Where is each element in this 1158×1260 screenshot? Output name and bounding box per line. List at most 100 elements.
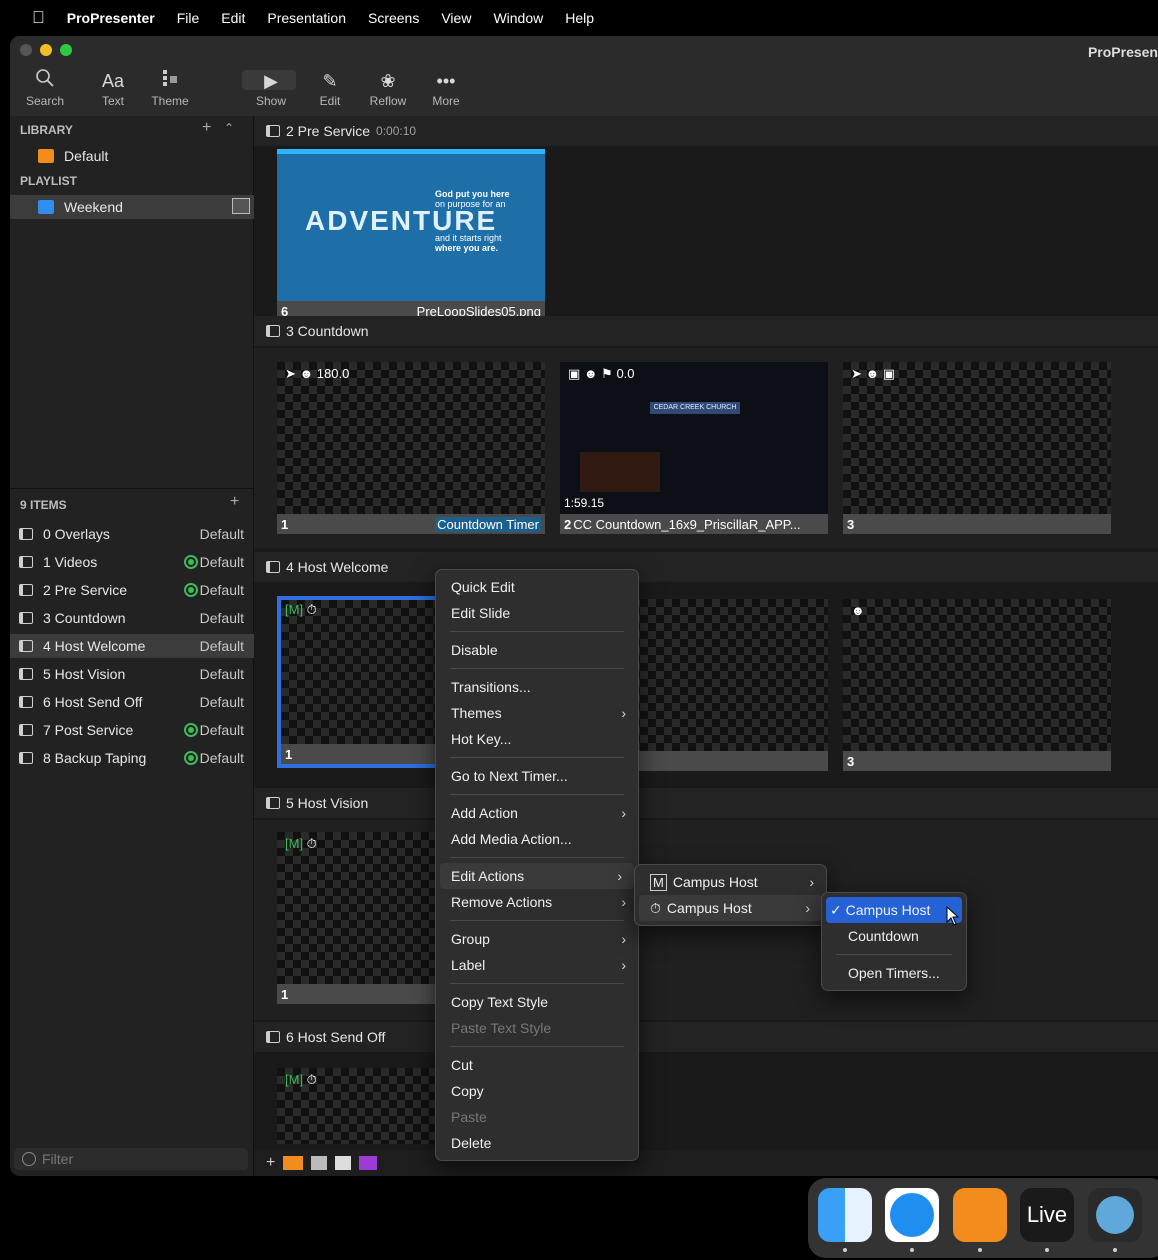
submenu-item-media-campus-host[interactable]: M Campus Host › bbox=[635, 869, 826, 895]
presentation-icon bbox=[19, 612, 33, 624]
menu-item-label[interactable]: Label › bbox=[436, 952, 638, 978]
menu-item-add-action[interactable]: Add Action › bbox=[436, 800, 638, 826]
timer-option-campus-host[interactable]: ✓ Campus Host bbox=[826, 897, 962, 923]
edit-button[interactable]: ✎ Edit bbox=[303, 68, 357, 108]
slide[interactable]: ☻ 3 bbox=[843, 599, 1111, 771]
live-app-icon[interactable]: Live bbox=[1020, 1188, 1074, 1242]
menu-item-quick-edit[interactable]: Quick Edit bbox=[436, 574, 638, 600]
library-header: LIBRARY bbox=[20, 123, 73, 137]
list-item[interactable]: 6 Host Send Off Default bbox=[10, 690, 254, 714]
slide-footer: 1 Countdown Timer bbox=[277, 514, 545, 534]
zoom-window-button[interactable] bbox=[60, 44, 72, 56]
menu-window[interactable]: Window bbox=[493, 10, 543, 26]
purple-label-icon[interactable] bbox=[359, 1156, 378, 1170]
menu-item-group[interactable]: Group › bbox=[436, 926, 638, 952]
submenu-item-timer-campus-host[interactable]: ⏱ Campus Host › bbox=[639, 895, 822, 921]
list-item[interactable]: 3 Countdown Default bbox=[10, 606, 254, 630]
open-timers-item[interactable]: Open Timers... bbox=[822, 960, 966, 986]
menu-item-delete[interactable]: Delete bbox=[436, 1130, 638, 1156]
menu-item-next-timer[interactable]: Go to Next Timer... bbox=[436, 763, 638, 789]
list-item[interactable]: 1 Videos Default bbox=[10, 550, 254, 574]
menu-item-copy-text-style[interactable]: Copy Text Style bbox=[436, 989, 638, 1015]
presentation-icon bbox=[266, 1031, 280, 1043]
group-time: 0:00:10 bbox=[376, 124, 417, 138]
more-button[interactable]: ••• More bbox=[419, 68, 473, 108]
slide[interactable]: ▣ ☻ ⚑ 0.0 CEDAR CREEK CHURCH 1:59.15 2 CC… bbox=[560, 362, 828, 534]
menu-item-cut[interactable]: Cut bbox=[436, 1052, 638, 1078]
search-button[interactable]: Search bbox=[18, 68, 72, 108]
menu-item-transitions[interactable]: Transitions... bbox=[436, 674, 638, 700]
orange-label-icon[interactable] bbox=[283, 1156, 304, 1170]
collapse-library-icon[interactable]: ⌃ bbox=[224, 121, 234, 135]
item-label: 7 Post Service bbox=[43, 722, 134, 738]
menu-help[interactable]: Help bbox=[565, 10, 594, 26]
group-header[interactable]: 3 Countdown bbox=[254, 316, 1158, 346]
menu-item-paste-text-style[interactable]: Paste Text Style bbox=[436, 1015, 638, 1041]
group-header[interactable]: 5 Host Vision bbox=[254, 788, 1158, 818]
menu-view[interactable]: View bbox=[441, 10, 471, 26]
slide-grid: 2 Pre Service 0:00:10 ADVENTURE God put y… bbox=[254, 116, 1158, 1176]
transition-icon[interactable] bbox=[335, 1156, 352, 1170]
slide-name: Countdown Timer bbox=[435, 516, 541, 532]
menu-item-hot-key[interactable]: Hot Key... bbox=[436, 726, 638, 752]
menu-item-themes[interactable]: Themes › bbox=[436, 700, 638, 726]
filter-icon bbox=[22, 1152, 36, 1166]
group-header[interactable]: 4 Host Welcome bbox=[254, 552, 1158, 582]
menu-item-remove-actions[interactable]: Remove Actions › bbox=[436, 889, 638, 915]
show-button[interactable]: ▶ Show bbox=[244, 68, 298, 108]
reflow-button[interactable]: ❀ Reflow bbox=[361, 68, 415, 108]
theme-button[interactable]: Theme bbox=[143, 68, 197, 108]
menu-screens[interactable]: Screens bbox=[368, 10, 419, 26]
filter-field[interactable]: Filter bbox=[14, 1148, 248, 1170]
library-item-default[interactable]: Default bbox=[10, 144, 254, 168]
safari-icon[interactable] bbox=[885, 1188, 939, 1242]
list-item[interactable]: 8 Backup Taping Default bbox=[10, 746, 254, 770]
chevron-right-icon: › bbox=[621, 957, 626, 973]
list-item[interactable]: 5 Host Vision Default bbox=[10, 662, 254, 686]
menu-file[interactable]: File bbox=[177, 10, 200, 26]
item-theme: Default bbox=[199, 666, 244, 682]
menu-item-copy[interactable]: Copy bbox=[436, 1078, 638, 1104]
list-item[interactable]: 2 Pre Service Default bbox=[10, 578, 254, 602]
propresenter-icon[interactable] bbox=[953, 1188, 1007, 1242]
chevron-right-icon: › bbox=[621, 805, 626, 821]
calendar-icon[interactable] bbox=[232, 198, 250, 214]
slide[interactable]: ➤ ☻ 180.0 1 Countdown Timer bbox=[277, 362, 545, 534]
slide-number: 3 bbox=[847, 753, 855, 769]
fire-pit-image bbox=[580, 452, 660, 492]
menu-item-add-media-action[interactable]: Add Media Action... bbox=[436, 826, 638, 852]
text-button[interactable]: Aa Text bbox=[86, 68, 140, 108]
menu-app[interactable]: ProPresenter bbox=[67, 10, 155, 26]
menu-item-edit-slide[interactable]: Edit Slide bbox=[436, 600, 638, 626]
menu-item-edit-actions[interactable]: Edit Actions › bbox=[440, 863, 634, 889]
submenu-item-label: Campus Host bbox=[672, 874, 758, 890]
menu-presentation[interactable]: Presentation bbox=[267, 10, 346, 26]
timer-option-countdown[interactable]: Countdown bbox=[822, 923, 966, 949]
add-slide-icon[interactable]: + bbox=[266, 1154, 275, 1172]
search-label: Search bbox=[25, 94, 65, 108]
playlist-item-weekend[interactable]: Weekend bbox=[10, 195, 254, 219]
show-label: Show bbox=[255, 94, 287, 108]
close-window-button[interactable] bbox=[20, 44, 32, 56]
reflow-label: Reflow bbox=[369, 94, 407, 108]
playlist-header: PLAYLIST bbox=[20, 174, 77, 188]
add-library-icon[interactable]: + bbox=[202, 119, 211, 137]
list-item[interactable]: 7 Post Service Default bbox=[10, 718, 254, 742]
slide[interactable]: ➤ ☻ ▣ 3 bbox=[843, 362, 1111, 534]
menu-edit[interactable]: Edit bbox=[221, 10, 245, 26]
menu-item-disable[interactable]: Disable bbox=[436, 637, 638, 663]
presentation-icon bbox=[266, 561, 280, 573]
quicktime-icon[interactable] bbox=[1088, 1188, 1142, 1242]
slide[interactable]: ADVENTURE God put you here on purpose fo… bbox=[277, 149, 545, 321]
minimize-window-button[interactable] bbox=[40, 44, 52, 56]
group-header[interactable]: 2 Pre Service 0:00:10 bbox=[254, 116, 1158, 146]
list-item-selected[interactable]: 4 Host Welcome Default bbox=[10, 634, 254, 658]
add-item-icon[interactable]: + bbox=[230, 493, 239, 511]
apple-icon[interactable]:  bbox=[32, 8, 45, 28]
finder-icon[interactable] bbox=[818, 1188, 872, 1242]
menu-item-paste[interactable]: Paste bbox=[436, 1104, 638, 1130]
list-item[interactable]: 0 Overlays Default bbox=[10, 522, 254, 546]
group-header[interactable]: 6 Host Send Off bbox=[254, 1022, 1158, 1052]
chevron-right-icon: › bbox=[809, 874, 814, 890]
checker-icon[interactable] bbox=[311, 1156, 328, 1170]
